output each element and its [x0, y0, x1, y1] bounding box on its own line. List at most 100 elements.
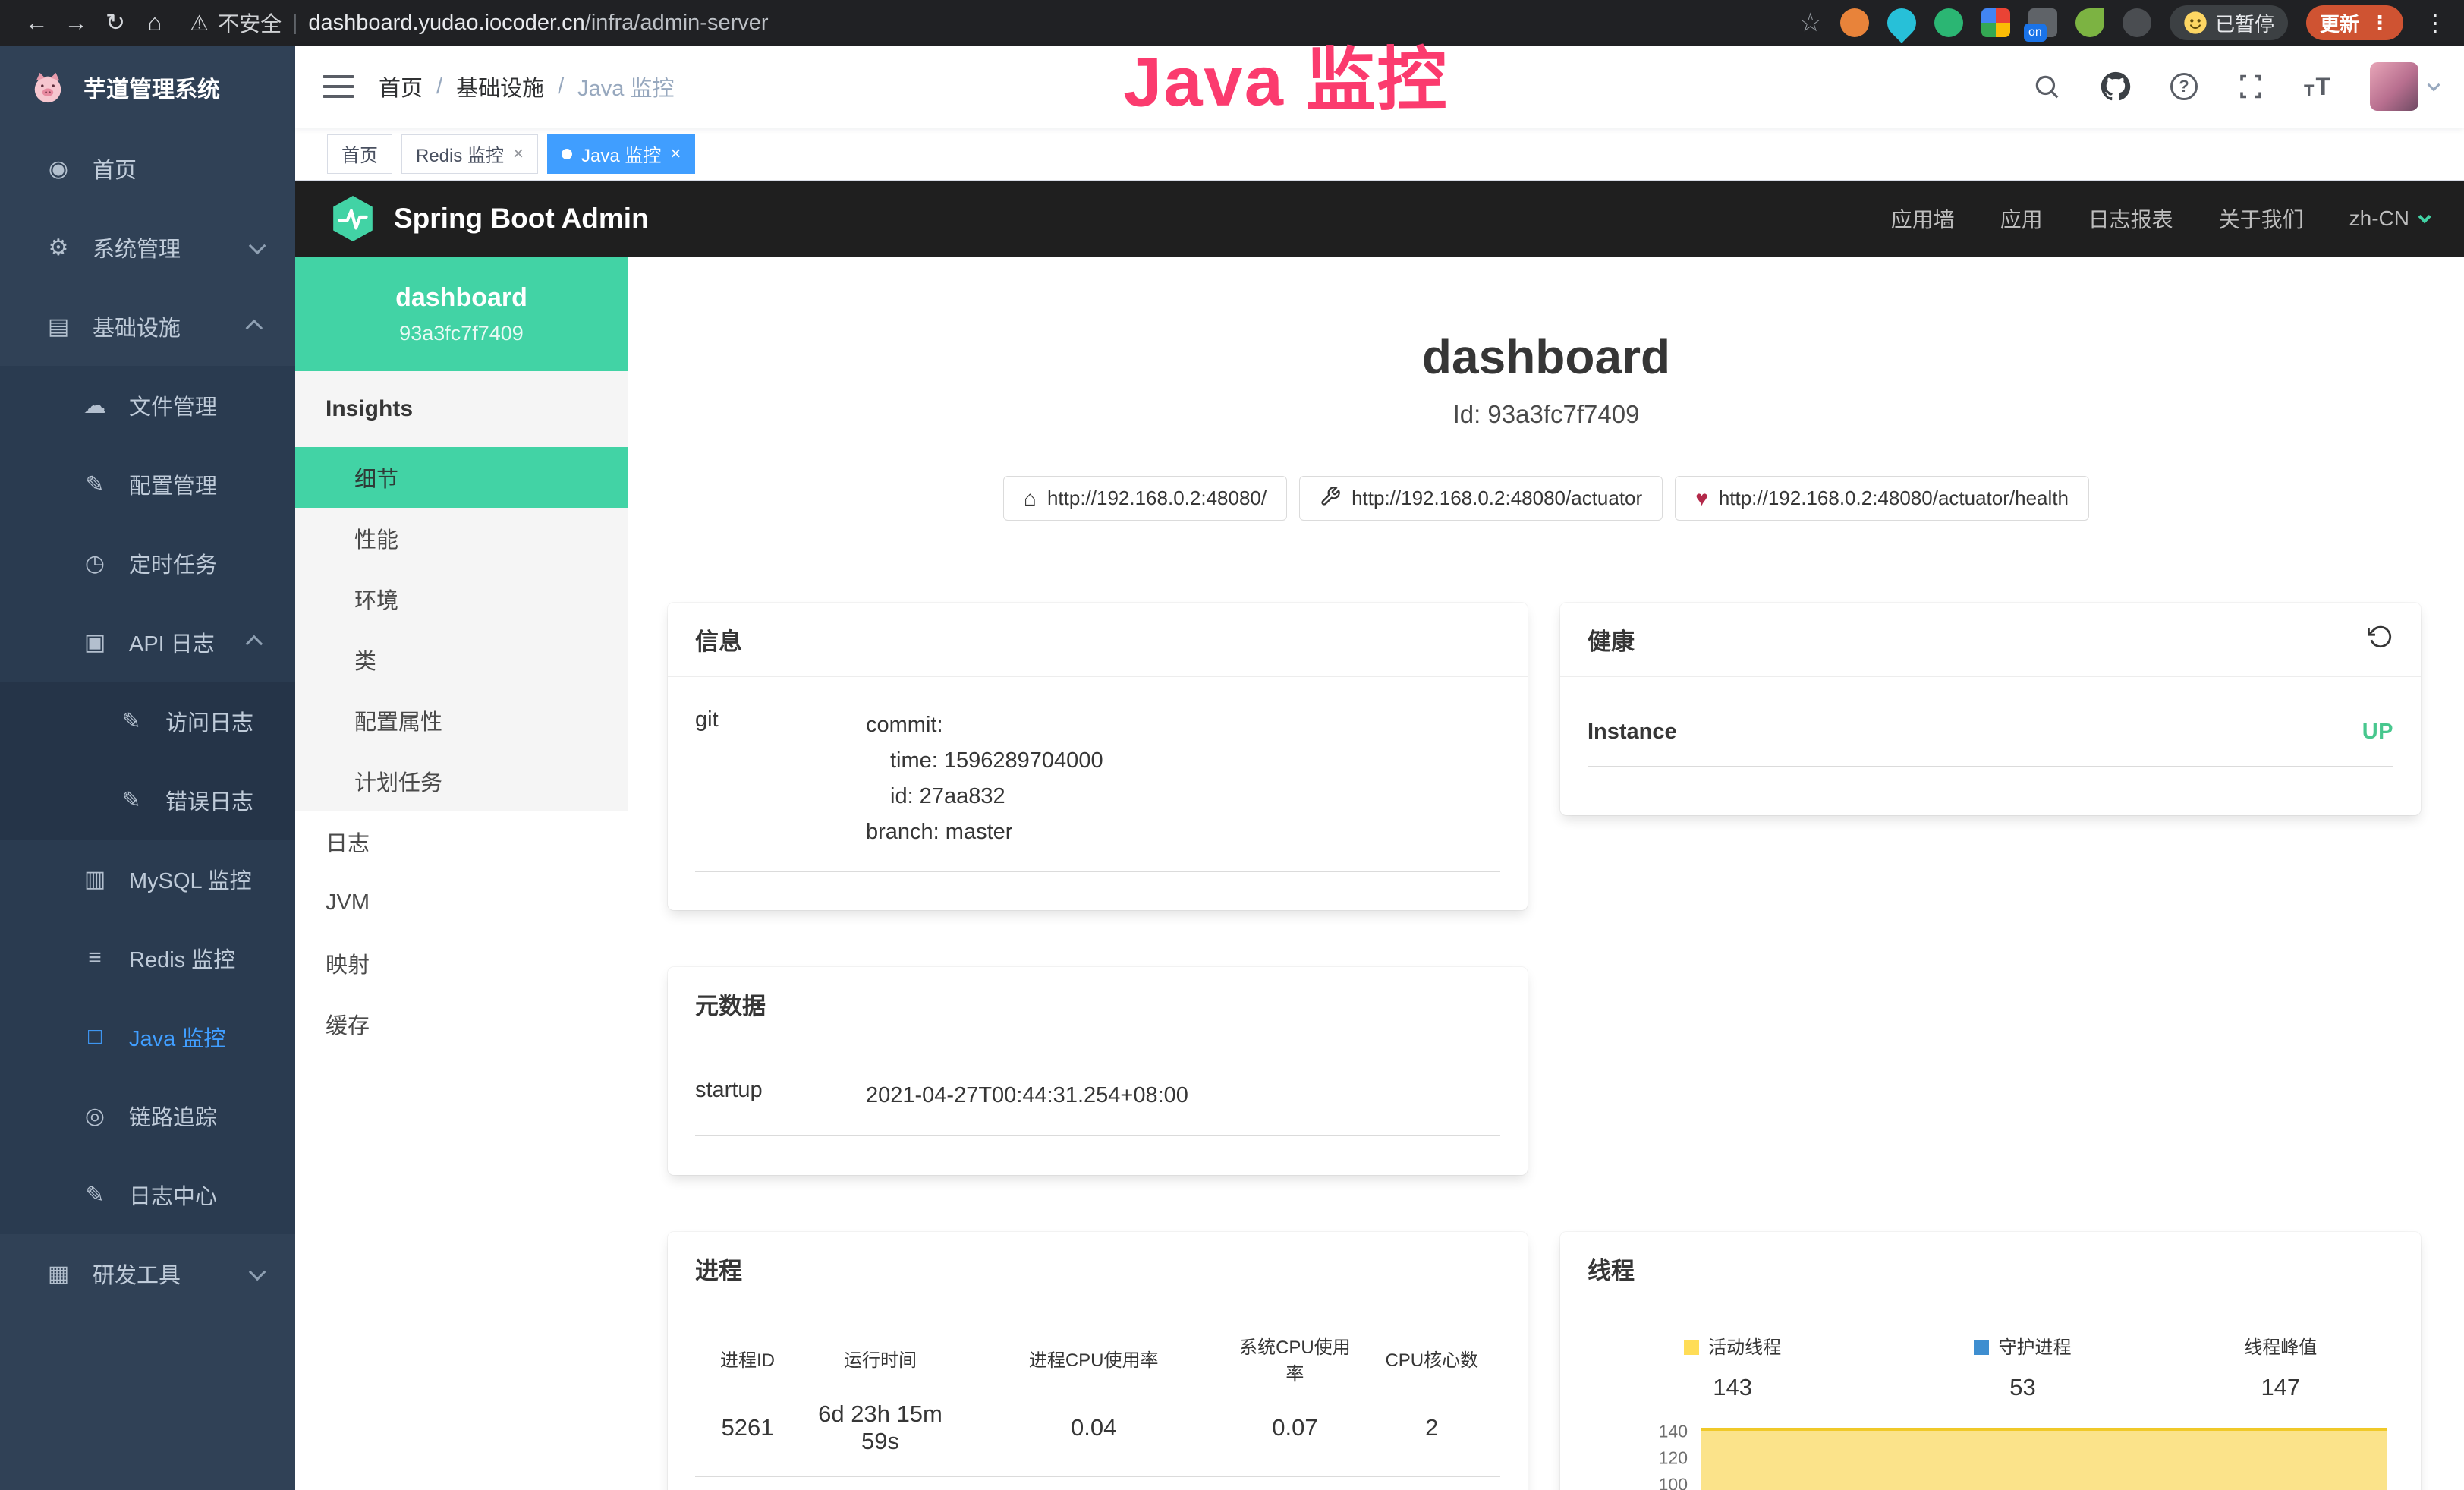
- site-security[interactable]: ⚠ 不安全: [190, 8, 282, 38]
- fullscreen-icon[interactable]: [2237, 73, 2264, 100]
- info-line: id: 27aa832: [866, 779, 1500, 814]
- sba-nav-caches[interactable]: 缓存: [295, 994, 628, 1054]
- menu-label: 错误日志: [165, 784, 253, 816]
- hamburger-icon[interactable]: [323, 75, 354, 98]
- sba-nav-wallboard[interactable]: 应用墙: [1868, 203, 1978, 234]
- info-row-value: commit: time: 1596289704000 id: 27aa832 …: [866, 707, 1500, 850]
- menu-label: API 日志: [129, 626, 215, 658]
- sidebar-item-system-mgmt[interactable]: ⚙ 系统管理: [0, 208, 295, 287]
- sba-brand[interactable]: Spring Boot Admin: [332, 195, 649, 242]
- process-col-label: 系统CPU使用率: [1226, 1329, 1363, 1388]
- user-menu[interactable]: [2370, 62, 2437, 111]
- health-row: Instance UP: [1588, 720, 2393, 767]
- extension-icon[interactable]: [1840, 8, 1869, 37]
- card-title: 元数据: [695, 987, 766, 1021]
- close-icon[interactable]: ×: [513, 143, 524, 165]
- health-card: 健康 Instance UP: [1560, 603, 2421, 815]
- trace-icon: ◎: [79, 1103, 111, 1129]
- instance-header[interactable]: dashboard 93a3fc7f7409: [295, 257, 628, 371]
- sba-nav-performance[interactable]: 性能: [295, 508, 628, 569]
- extension-icon[interactable]: [1981, 8, 2010, 37]
- sidebar-item-file-mgmt[interactable]: ☁ 文件管理: [0, 366, 295, 445]
- threads-chart: 140 120 100: [1588, 1419, 2393, 1490]
- ytick: 100: [1659, 1474, 1688, 1490]
- extension-icon[interactable]: [2075, 8, 2104, 37]
- menu-label: 链路追踪: [129, 1100, 217, 1132]
- live-threads-area-series: [1701, 1428, 2387, 1490]
- sidebar-item-infrastructure[interactable]: ▤ 基础设施: [0, 287, 295, 366]
- instance-name: dashboard: [395, 283, 527, 313]
- help-icon[interactable]: ?: [2170, 73, 2198, 100]
- sidebar-item-trace[interactable]: ◎ 链路追踪: [0, 1076, 295, 1155]
- breadcrumb-home[interactable]: 首页: [379, 71, 423, 102]
- sba-nav-mappings[interactable]: 映射: [295, 933, 628, 994]
- update-button[interactable]: 更新 ⋮: [2306, 5, 2403, 40]
- chrome-menu-icon[interactable]: ⋮: [2423, 8, 2447, 37]
- process-card: 进程 进程ID 运行时间 进程CPU使用率 系统CPU使用率: [668, 1232, 1528, 1490]
- sba-nav-environment[interactable]: 环境: [295, 569, 628, 629]
- history-icon[interactable]: [2368, 624, 2393, 656]
- process-col-label: 进程ID: [695, 1329, 800, 1388]
- sidebar-item-dev-tools[interactable]: ▦ 研发工具: [0, 1234, 295, 1313]
- tab-redis-monitor[interactable]: Redis 监控 ×: [401, 134, 538, 174]
- sba-nav-journal[interactable]: 日志报表: [2066, 203, 2196, 234]
- locale-selector[interactable]: zh-CN: [2327, 206, 2428, 231]
- extension-icon[interactable]: [1934, 8, 1963, 37]
- sidebar-item-java-monitor[interactable]: □ Java 监控: [0, 997, 295, 1076]
- link-url: http://192.168.0.2:48080/: [1047, 487, 1267, 510]
- info-row-label: git: [695, 707, 866, 850]
- github-icon[interactable]: [2101, 71, 2131, 102]
- app-logo-row[interactable]: 芋道管理系统: [0, 46, 295, 129]
- legend-value: 143: [1588, 1362, 1877, 1409]
- process-col-label: 运行时间: [800, 1329, 961, 1388]
- spring-boot-admin-frame: Spring Boot Admin 应用墙 应用 日志报表 关于我们 zh-CN: [295, 181, 2464, 1490]
- sba-nav-config-props[interactable]: 配置属性: [295, 690, 628, 751]
- error-log-icon: ✎: [115, 787, 147, 814]
- sba-nav-classes[interactable]: 类: [295, 629, 628, 690]
- reload-icon[interactable]: ↻: [96, 9, 135, 36]
- card-title: 进程: [695, 1252, 742, 1286]
- sidebar-item-error-logs[interactable]: ✎ 错误日志: [0, 761, 295, 840]
- chevron-down-icon: [2428, 78, 2440, 91]
- sidebar-item-scheduled-jobs[interactable]: ◷ 定时任务: [0, 524, 295, 603]
- address-bar[interactable]: dashboard.yudao.iocoder.cn/infra/admin-s…: [308, 11, 768, 36]
- wrench-icon: [1320, 486, 1341, 511]
- insights-section-label: Insights: [295, 371, 628, 447]
- sidebar-item-access-logs[interactable]: ✎ 访问日志: [0, 682, 295, 761]
- sba-nav-applications[interactable]: 应用: [1978, 203, 2066, 234]
- tab-home[interactable]: 首页: [327, 134, 392, 174]
- actuator-url-link[interactable]: http://192.168.0.2:48080/actuator: [1299, 476, 1663, 521]
- sba-nav-scheduled-tasks[interactable]: 计划任务: [295, 751, 628, 811]
- sidebar-item-home[interactable]: ◉ 首页: [0, 129, 295, 208]
- extension-icon[interactable]: on: [2028, 8, 2057, 37]
- warning-icon: ⚠: [190, 11, 209, 36]
- close-icon[interactable]: ×: [670, 143, 681, 165]
- extension-icon[interactable]: [2123, 8, 2151, 37]
- menu-label: 日志中心: [129, 1179, 217, 1211]
- health-url-link[interactable]: ♥ http://192.168.0.2:48080/actuator/heal…: [1675, 476, 2089, 521]
- service-url-link[interactable]: ⌂ http://192.168.0.2:48080/: [1003, 476, 1287, 521]
- extension-icon[interactable]: [1881, 2, 1922, 43]
- sba-nav-logs[interactable]: 日志: [295, 811, 628, 872]
- forward-icon[interactable]: →: [56, 9, 96, 36]
- annotation-text: Java 监控: [1122, 23, 1448, 127]
- sidebar-item-redis-monitor[interactable]: ≡ Redis 监控: [0, 918, 295, 997]
- sidebar-item-mysql-monitor[interactable]: ▥ MySQL 监控: [0, 840, 295, 918]
- sba-nav-jvm[interactable]: JVM: [295, 872, 628, 933]
- sidebar-item-config-mgmt[interactable]: ✎ 配置管理: [0, 445, 295, 524]
- sba-nav-about[interactable]: 关于我们: [2196, 203, 2327, 234]
- paused-badge[interactable]: 已暂停: [2170, 5, 2288, 40]
- back-icon[interactable]: ←: [17, 9, 56, 36]
- sidebar-item-log-center[interactable]: ✎ 日志中心: [0, 1155, 295, 1234]
- chrome-toolbar-right: ☆ on 已暂停 更新 ⋮ ⋮: [1798, 5, 2447, 40]
- tab-java-monitor[interactable]: Java 监控 ×: [547, 134, 695, 174]
- breadcrumb-infrastructure[interactable]: 基础设施: [456, 71, 544, 102]
- card-title: 健康: [1588, 622, 1635, 657]
- font-size-icon[interactable]: TT: [2304, 73, 2330, 101]
- bookmark-star-icon[interactable]: ☆: [1798, 8, 1821, 38]
- sidebar-item-api-logs[interactable]: ▣ API 日志: [0, 603, 295, 682]
- sba-nav-details[interactable]: 细节: [295, 447, 628, 508]
- search-icon[interactable]: [2032, 72, 2061, 101]
- home-icon[interactable]: ⌂: [135, 9, 175, 36]
- app-logo: [30, 70, 65, 105]
